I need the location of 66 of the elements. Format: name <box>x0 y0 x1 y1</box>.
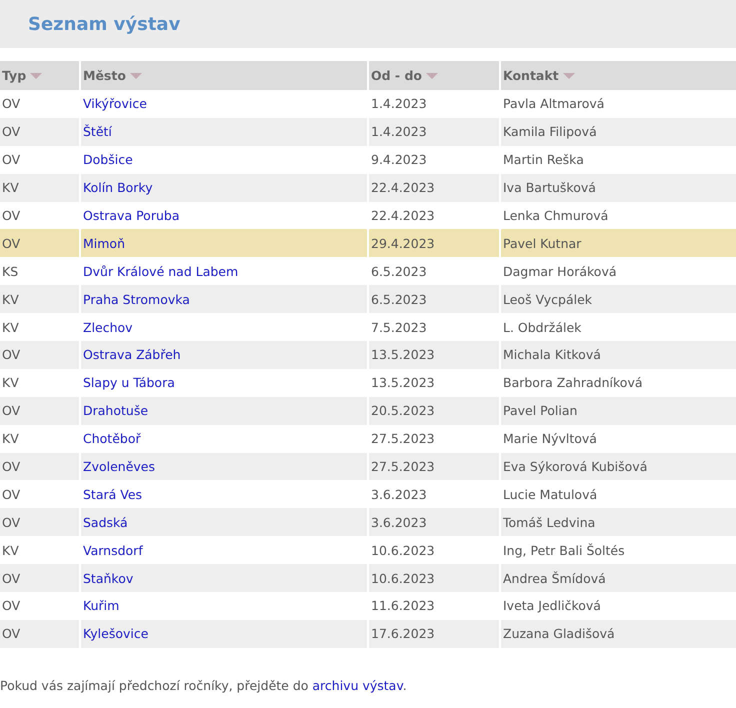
table-cell: KS <box>0 257 80 286</box>
city-link[interactable]: Kylešovice <box>83 626 148 642</box>
table-cell: OV <box>0 508 80 536</box>
table-cell: OV <box>0 396 80 425</box>
table-cell: OV <box>0 202 80 230</box>
table-row[interactable]: OV Zvoleněves 27.5.2023 Eva Sýkorová Kubišová <box>0 452 736 480</box>
table-cell: KV <box>0 285 80 314</box>
city-link[interactable]: Varnsdorf <box>83 542 143 558</box>
sort-icon <box>130 73 142 80</box>
city-link[interactable]: Ostrava Zábřeh <box>83 347 181 362</box>
table-cell: KV <box>0 313 80 342</box>
table-row[interactable]: OV Mimoň 29.4.2023 Pavel Kutnar <box>0 229 736 258</box>
table-cell: OV <box>0 341 80 369</box>
table-cell: OV <box>0 146 80 174</box>
table-row[interactable]: OV Kylešovice 17.6.2023 Zuzana Gladišová <box>0 620 736 648</box>
table-row[interactable]: OV Drahotuše 20.5.2023 Pavel Polian <box>0 396 736 425</box>
column-header[interactable]: Město <box>80 61 368 90</box>
table-row[interactable]: OV Ostrava Poruba 22.4.2023 Lenka Chmurová <box>0 202 736 230</box>
city-link[interactable]: Dobšice <box>83 152 133 168</box>
table-cell: OV <box>0 452 80 480</box>
table-row[interactable]: KV Zlechov 7.5.2023 L. Obdržálek <box>0 313 736 342</box>
column-header[interactable]: Od - do <box>368 61 500 90</box>
city-link[interactable]: Štětí <box>83 124 112 140</box>
city-link[interactable]: Dvůr Králové nad Labem <box>83 264 238 279</box>
city-link[interactable]: Zlechov <box>83 320 133 335</box>
city-link[interactable]: Sadská <box>83 514 128 530</box>
page-title: Seznam výstav <box>28 14 180 34</box>
table-row[interactable]: KV Praha Stromovka 6.5.2023 Leoš Vycpálek <box>0 285 736 314</box>
table-cell: KV <box>0 536 80 564</box>
city-link[interactable]: Mimoň <box>83 236 126 251</box>
city-link[interactable]: Vikýřovice <box>83 96 147 112</box>
city-link[interactable]: Drahotuše <box>83 403 148 418</box>
table-cell: OV <box>0 620 80 648</box>
city-link[interactable]: Slapy u Tábora <box>83 375 175 390</box>
table-row[interactable]: OV Sadská 3.6.2023 Tomáš Ledvina <box>0 508 736 536</box>
table-cell: Zuzana Gladišová <box>500 620 736 648</box>
city-link[interactable]: Ostrava Poruba <box>83 208 180 223</box>
sort-icon <box>426 73 438 80</box>
table-row[interactable]: OV Staňkov 10.6.2023 Andrea Šmídová <box>0 564 736 592</box>
table-row[interactable]: KV Slapy u Tábora 13.5.2023 Barbora Zahradníková <box>0 368 736 397</box>
table-cell: OV <box>0 564 80 592</box>
city-link[interactable]: Zvoleněves <box>83 459 155 474</box>
column-header[interactable]: Typ <box>0 61 80 90</box>
city-link[interactable]: Praha Stromovka <box>83 292 190 307</box>
table-row[interactable]: OV Kuřim 11.6.2023 Iveta Jedličková <box>0 592 736 620</box>
table-cell: OV <box>0 90 80 118</box>
table-cell: KV <box>0 368 80 397</box>
sort-icon <box>562 73 575 80</box>
column-header[interactable]: Kontakt <box>500 61 736 90</box>
table-cell: OV <box>0 592 80 620</box>
city-link[interactable]: Kuřim <box>83 598 120 614</box>
city-link[interactable]: Stará Ves <box>83 486 142 502</box>
table-cell: KV <box>0 424 80 453</box>
city-link[interactable]: Staňkov <box>83 570 134 586</box>
table-cell: 17.6.2023 <box>368 620 500 648</box>
city-link[interactable]: Kolín Borky <box>83 180 153 196</box>
table-row[interactable]: OV Ostrava Zábřeh 13.5.2023 Michala Kitková <box>0 341 736 369</box>
sort-icon <box>30 73 42 80</box>
archive-link[interactable]: archivu výstav <box>312 678 403 693</box>
table-row[interactable]: KV Varnsdorf 10.6.2023 Ing, Petr Bali Šoltés <box>0 536 736 564</box>
table-cell: OV <box>0 480 80 508</box>
city-link[interactable]: Chotěboř <box>83 431 141 446</box>
table-row[interactable]: KV Kolín Borky 22.4.2023 Iva Bartušková <box>0 174 736 202</box>
footer-text: Pokud vás zajímají předchozí ročníky, přejděte do archivu výstav. <box>0 678 408 693</box>
table-row[interactable]: OV Štětí 1.4.2023 Kamila Filipová <box>0 118 736 146</box>
table-row[interactable]: OV Vikýřovice 1.4.2023 Pavla Altmarová <box>0 90 736 118</box>
